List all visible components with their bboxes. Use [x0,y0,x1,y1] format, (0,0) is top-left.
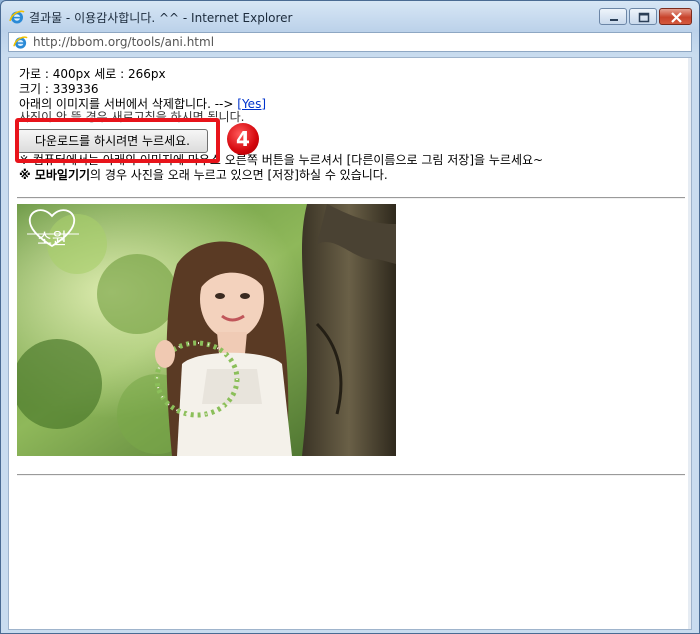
address-bar[interactable]: http://bbom.org/tools/ani.html [8,32,692,52]
mobile-hint-text: 의 경우 사진을 오래 누르고 있으면 [저장]하실 수 있습니다. [90,168,388,182]
image-size: 크기 : 339336 [19,82,99,96]
divider-bottom [17,474,685,476]
watermark-text: 소원 [37,229,66,248]
browser-window: 결과물 - 이용감사합니다. ^^ - Internet Explorer ht… [0,0,700,634]
maximize-icon [638,12,650,23]
highlight-box [15,118,220,163]
window-title: 결과물 - 이용감사합니다. ^^ - Internet Explorer [29,11,293,25]
delete-prompt: 아래의 이미지를 서버에서 삭제합니다. --> [19,97,234,111]
page-content: 가로 : 400px 세로 : 266px 크기 : 339336 아래의 이미… [8,57,692,630]
address-url[interactable]: http://bbom.org/tools/ani.html [33,35,214,49]
result-image[interactable]: 소원 [17,204,396,456]
minimize-button[interactable] [599,8,627,25]
mobile-hint: ※ 모바일기기의 경우 사진을 오래 누르고 있으면 [저장]하실 수 있습니다… [19,168,388,183]
photo-illustration: 소원 [17,204,396,456]
step-number-badge: 4 [227,123,259,155]
internet-explorer-icon [9,10,25,24]
scrollbar-edge [688,58,691,629]
mobile-hint-bold: ※ 모바일기기 [19,168,91,182]
close-icon [671,12,682,23]
divider-top [17,197,685,199]
minimize-icon [610,19,618,21]
title-bar[interactable]: 결과물 - 이용감사합니다. ^^ - Internet Explorer [1,1,699,31]
internet-explorer-icon [13,36,28,49]
image-dimensions: 가로 : 400px 세로 : 266px [19,67,166,81]
close-button[interactable] [659,8,692,25]
delete-yes-link[interactable]: [Yes] [237,97,266,111]
maximize-button[interactable] [629,8,657,25]
